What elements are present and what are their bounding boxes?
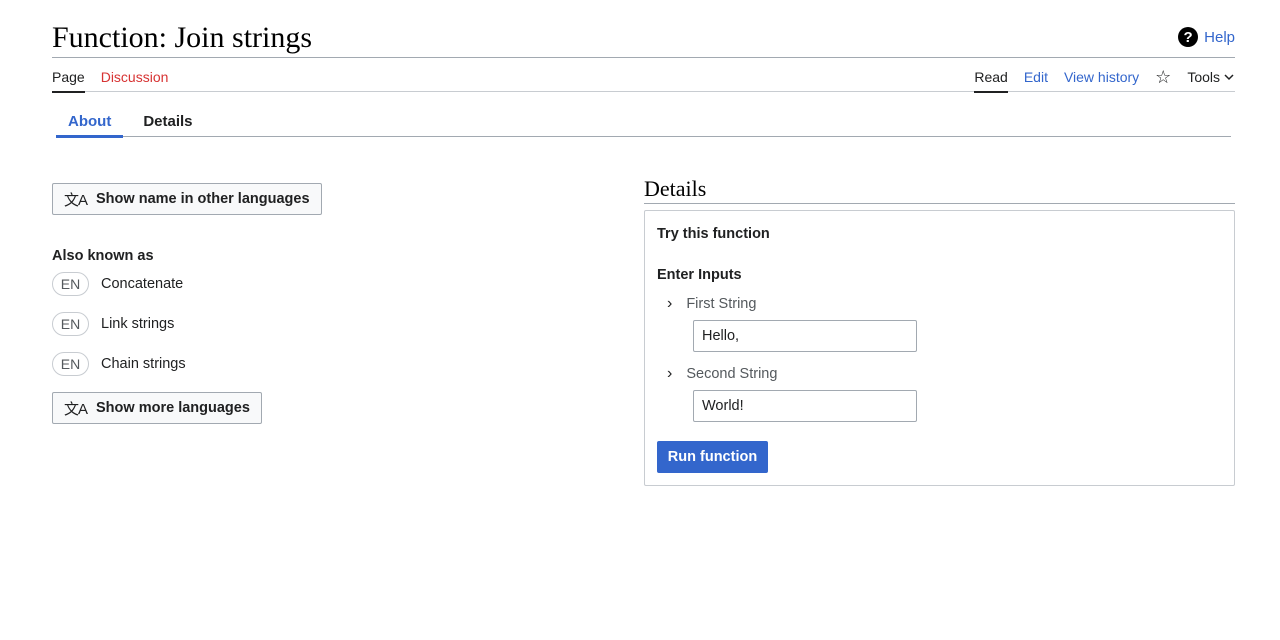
alias-item: EN Chain strings <box>52 352 186 376</box>
enter-inputs-title: Enter Inputs <box>657 267 742 283</box>
first-string-input[interactable] <box>693 320 917 352</box>
nav-tab-page[interactable]: Page <box>52 62 85 93</box>
help-icon: ? <box>1178 27 1199 47</box>
alias-item: EN Link strings <box>52 312 174 336</box>
show-name-in-other-languages-button[interactable]: 文A Show name in other languages <box>52 183 322 215</box>
try-function-panel: Try this function Enter Inputs › First S… <box>644 210 1235 486</box>
language-chip: EN <box>52 352 89 376</box>
also-known-as-title: Also known as <box>52 248 154 264</box>
tab-about[interactable]: About <box>56 108 124 138</box>
details-divider <box>644 203 1235 204</box>
language-chip: EN <box>52 312 89 336</box>
nav-tab-view-history[interactable]: View history <box>1064 62 1139 92</box>
page-nav-tabs: Page Discussion Read Edit View history ☆… <box>52 62 1235 93</box>
show-more-label: Show more languages <box>96 400 250 416</box>
chevron-right-icon[interactable]: › <box>667 365 672 383</box>
first-string-label: First String <box>686 296 757 312</box>
translate-icon: 文A <box>64 400 88 418</box>
nav-tab-read[interactable]: Read <box>974 62 1009 93</box>
run-function-button[interactable]: Run function <box>657 441 768 473</box>
try-function-title: Try this function <box>657 226 770 242</box>
tools-menu[interactable]: Tools <box>1187 62 1235 92</box>
content-tabs: About Details <box>56 108 1231 138</box>
language-chip: EN <box>52 272 89 296</box>
tools-label: Tools <box>1187 69 1220 85</box>
page-title: Function: Join strings <box>52 21 313 54</box>
help-link[interactable]: ? Help <box>1178 27 1235 47</box>
alias-text: Chain strings <box>101 356 186 372</box>
input-row-second-string: › Second String <box>667 365 777 383</box>
nav-tab-discussion[interactable]: Discussion <box>101 62 169 92</box>
alias-item: EN Concatenate <box>52 272 183 296</box>
chevron-right-icon[interactable]: › <box>667 295 672 313</box>
translate-icon: 文A <box>64 191 88 209</box>
chevron-down-icon <box>1224 74 1234 81</box>
second-string-input[interactable] <box>693 390 917 422</box>
help-label: Help <box>1204 28 1235 46</box>
alias-text: Concatenate <box>101 276 184 292</box>
nav-tab-edit[interactable]: Edit <box>1024 62 1048 92</box>
title-divider <box>52 57 1235 58</box>
input-row-first-string: › First String <box>667 295 756 313</box>
show-name-label: Show name in other languages <box>96 191 310 207</box>
alias-text: Link strings <box>101 316 175 332</box>
second-string-label: Second String <box>686 366 778 382</box>
show-more-languages-button[interactable]: 文A Show more languages <box>52 392 262 424</box>
tab-details[interactable]: Details <box>131 108 204 137</box>
watch-star-icon[interactable]: ☆ <box>1155 62 1171 92</box>
details-heading: Details <box>644 176 707 201</box>
